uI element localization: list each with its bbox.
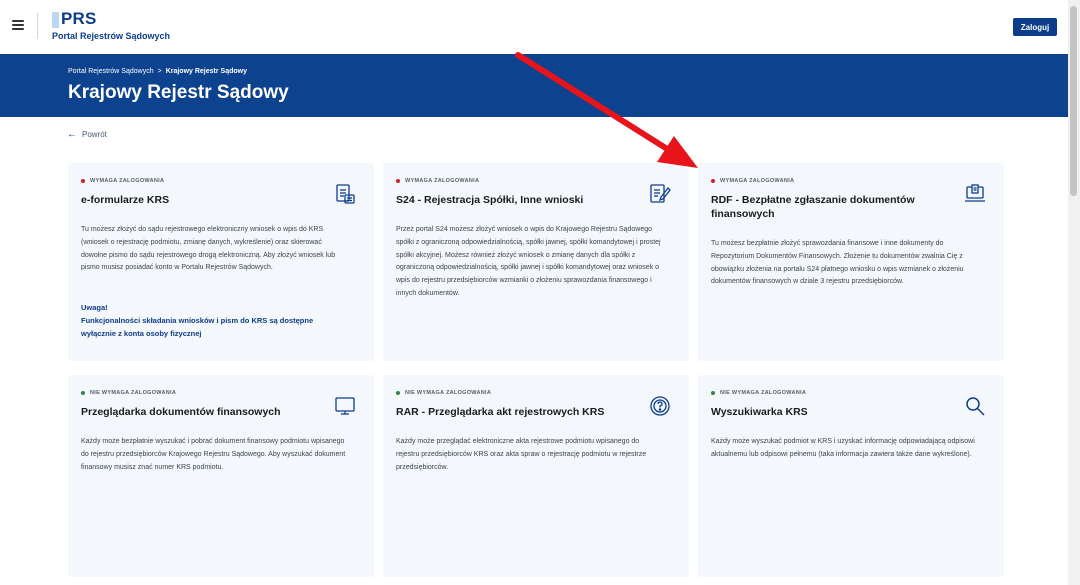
service-card-s24[interactable]: WYMAGA ZALOGOWANIA S24 - Rejestracja Spó…	[383, 163, 689, 361]
page-title: Krajowy Rejestr Sądowy	[68, 82, 289, 103]
status-dot	[711, 179, 715, 183]
service-card-przegladarka-dokumentow[interactable]: NIE WYMAGA ZALOGOWANIA Przeglądarka doku…	[68, 375, 374, 577]
login-required-badge: WYMAGA ZALOGOWANIA	[81, 178, 164, 184]
service-card-wyszukiwarka[interactable]: NIE WYMAGA ZALOGOWANIA Wyszukiwarka KRS …	[698, 375, 1004, 577]
card-title[interactable]: S24 - Rejestracja Spółki, Inne wnioski	[396, 194, 626, 208]
breadcrumb-item-home[interactable]: Portal Rejestrów Sądowych	[68, 68, 154, 75]
status-dot	[396, 179, 400, 183]
login-required-badge: WYMAGA ZALOGOWANIA	[711, 178, 794, 184]
arrow-left-icon: ←	[67, 128, 77, 140]
card-description: Tu możesz bezpłatnie złożyć sprawozdania…	[711, 240, 964, 286]
service-card-rdf[interactable]: WYMAGA ZALOGOWANIA RDF - Bezpłatne zgłas…	[698, 163, 1004, 361]
status-dot	[396, 391, 400, 395]
card-title[interactable]: Przeglądarka dokumentów finansowych	[81, 406, 311, 420]
search-icon	[963, 394, 987, 418]
service-card-e-formularze[interactable]: WYMAGA ZALOGOWANIA e-formularze KRS Tu m…	[68, 163, 374, 361]
scrollbar-thumb[interactable]	[1070, 6, 1077, 196]
page-banner: Portal Rejestrów Sądowych > Krajowy Reje…	[0, 54, 1068, 117]
login-required-badge: WYMAGA ZALOGOWANIA	[396, 178, 479, 184]
card-description: Tu możesz złożyć do sądu rejestrowego el…	[81, 226, 336, 272]
breadcrumb: Portal Rejestrów Sądowych > Krajowy Reje…	[68, 68, 247, 75]
no-login-badge: NIE WYMAGA ZALOGOWANIA	[711, 390, 806, 396]
card-description: Każdy może przeglądać elektroniczne akta…	[396, 438, 647, 471]
status-dot	[81, 391, 85, 395]
hamburger-menu-icon[interactable]	[12, 20, 24, 30]
card-description: Każdy może wyszukać podmiot w KRS i uzys…	[711, 438, 975, 458]
back-link-label: Powrót	[82, 130, 107, 139]
breadcrumb-item-current: Krajowy Rejestr Sądowy	[165, 68, 247, 75]
login-button[interactable]: Zaloguj	[1013, 18, 1057, 36]
divider	[37, 13, 38, 39]
card-description: Każdy może bezpłatnie wyszukać i pobrać …	[81, 438, 346, 471]
card-title[interactable]: RAR - Przeglądarka akt rejestrowych KRS	[396, 406, 626, 420]
top-navigation-bar: PRS Portal Rejestrów Sądowych Zaloguj	[0, 0, 1068, 54]
logo-mark	[52, 12, 59, 28]
card-title[interactable]: Wyszukiwarka KRS	[711, 406, 941, 420]
no-login-badge: NIE WYMAGA ZALOGOWANIA	[396, 390, 491, 396]
card-title[interactable]: RDF - Bezpłatne zgłaszanie dokumentów fi…	[711, 194, 941, 221]
laptop-document-icon	[963, 182, 987, 206]
page-scrollbar[interactable]	[1068, 0, 1080, 585]
logo-subtitle[interactable]: Portal Rejestrów Sądowych	[52, 31, 170, 41]
logo-title[interactable]: PRS	[61, 9, 97, 29]
card-note-link[interactable]: Funkcjonalności składania wniosków i pis…	[81, 314, 349, 340]
service-card-rar[interactable]: NIE WYMAGA ZALOGOWANIA RAR - Przeglądark…	[383, 375, 689, 577]
monitor-icon	[333, 394, 357, 418]
form-document-icon	[333, 182, 357, 206]
status-dot	[711, 391, 715, 395]
question-circle-icon	[648, 394, 672, 418]
card-description: Przez portal S24 możesz złożyć wniosek o…	[396, 226, 661, 297]
back-link[interactable]: ← Powrót	[67, 128, 107, 140]
card-note: Uwaga! Funkcjonalności składania wnioskó…	[81, 301, 349, 340]
breadcrumb-separator: >	[157, 68, 162, 75]
card-title[interactable]: e-formularze KRS	[81, 194, 311, 208]
document-edit-icon	[648, 182, 672, 206]
no-login-badge: NIE WYMAGA ZALOGOWANIA	[81, 390, 176, 396]
status-dot	[81, 179, 85, 183]
card-note-heading: Uwaga!	[81, 303, 108, 312]
